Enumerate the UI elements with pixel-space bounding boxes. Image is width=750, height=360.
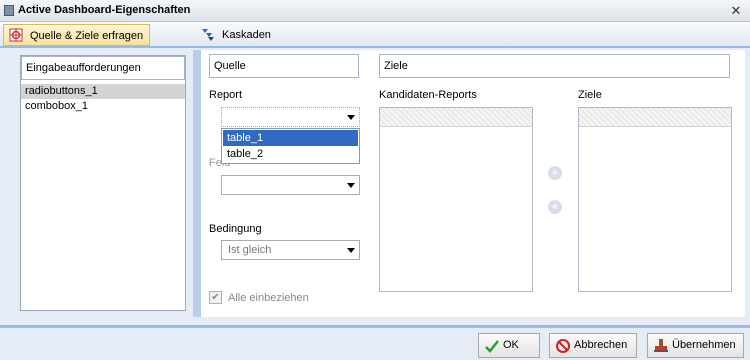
- toolbar: Quelle & Ziele erfragen Kaskaden: [0, 22, 750, 48]
- report-label: Report: [209, 89, 243, 101]
- chevron-down-icon[interactable]: [343, 241, 359, 259]
- apply-label: Übernehmen: [672, 339, 736, 351]
- candidate-reports-label: Kandidaten-Reports: [379, 89, 477, 101]
- target-icon: [9, 28, 23, 42]
- tab-label: Quelle & Ziele erfragen: [30, 30, 144, 42]
- apply-button[interactable]: Übernehmen: [647, 333, 744, 358]
- stamp-icon: [654, 339, 668, 352]
- report-select[interactable]: [221, 107, 360, 127]
- tab-label: Kaskaden: [222, 29, 271, 41]
- list-item[interactable]: combobox_1: [21, 99, 185, 114]
- tab-cascades[interactable]: Kaskaden: [196, 24, 277, 46]
- list-header: [579, 108, 731, 127]
- prompts-header: Eingabeaufforderungen: [21, 56, 185, 80]
- cancel-button[interactable]: Abbrechen: [549, 333, 637, 358]
- footer-bar: [0, 328, 750, 360]
- targets-list-label: Ziele: [578, 89, 602, 101]
- report-dropdown-list: table_1 table_2: [221, 128, 360, 164]
- include-all-label: Alle einbeziehen: [228, 292, 309, 304]
- field-select[interactable]: [221, 175, 360, 195]
- move-left-icon[interactable]: «: [548, 200, 562, 214]
- targets-header: Ziele: [379, 54, 730, 78]
- title-bar: Active Dashboard-Eigenschaften ✕: [0, 0, 750, 22]
- targets-list[interactable]: [578, 107, 732, 292]
- chevron-down-icon[interactable]: [343, 108, 359, 126]
- ok-label: OK: [503, 339, 519, 351]
- app-icon: [4, 5, 14, 16]
- dropdown-option-table-1[interactable]: table_1: [223, 130, 358, 146]
- cancel-label: Abbrechen: [574, 339, 628, 351]
- list-header: [380, 108, 532, 127]
- checkmark-icon: [485, 340, 499, 353]
- candidate-reports-list[interactable]: [379, 107, 533, 292]
- content-accent-bar: [193, 50, 201, 317]
- include-all-checkbox[interactable]: ✔: [209, 291, 222, 304]
- dropdown-option-table-2[interactable]: table_2: [223, 146, 358, 162]
- condition-select[interactable]: Ist gleich: [221, 240, 360, 260]
- list-item[interactable]: radiobuttons_1: [21, 84, 185, 99]
- condition-value: Ist gleich: [228, 244, 272, 256]
- tab-source-targets[interactable]: Quelle & Ziele erfragen: [3, 24, 151, 46]
- close-icon[interactable]: ✕: [728, 4, 744, 18]
- window-title: Active Dashboard-Eigenschaften: [18, 4, 191, 16]
- prompts-panel: Eingabeaufforderungen radiobuttons_1 com…: [20, 55, 186, 311]
- cascade-icon: [202, 29, 214, 41]
- chevron-down-icon[interactable]: [343, 176, 359, 194]
- cancel-icon: [556, 339, 570, 353]
- ok-button[interactable]: OK: [478, 333, 540, 358]
- move-right-icon[interactable]: »: [548, 166, 562, 180]
- source-header: Quelle: [209, 54, 359, 78]
- condition-label: Bedingung: [209, 223, 262, 235]
